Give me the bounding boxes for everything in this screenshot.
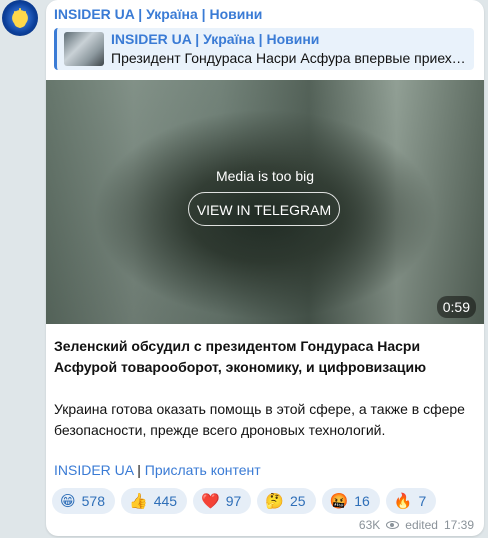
- reaction-thinking[interactable]: 🤔 25: [257, 488, 316, 514]
- reaction-count: 445: [153, 493, 178, 509]
- reaction-heart[interactable]: ❤️ 97: [193, 488, 252, 514]
- reply-text: Президент Гондураса Насри Асфура впервые…: [111, 50, 471, 66]
- trident-icon: [14, 8, 26, 29]
- message-meta: 63K edited 17:39: [359, 518, 474, 532]
- reaction-thumbs-up[interactable]: 👍 445: [121, 488, 188, 514]
- reaction-fire[interactable]: 🔥 7: [385, 488, 437, 514]
- heart-emoji-icon: ❤️: [201, 492, 220, 510]
- reaction-count: 25: [290, 493, 306, 509]
- reactions-bar: 😁 578 👍 445 ❤️ 97 🤔 25 🤬 16 🔥 7: [52, 488, 437, 516]
- reply-title: INSIDER UA | Україна | Новини: [111, 31, 320, 47]
- post-title: Зеленский обсудил с президентом Гондурас…: [54, 338, 427, 375]
- views-count: 63K: [358, 518, 381, 532]
- channel-link[interactable]: INSIDER UA: [54, 462, 133, 478]
- link-separator: |: [133, 462, 145, 478]
- video-duration: 0:59: [436, 296, 476, 318]
- reply-preview[interactable]: INSIDER UA | Україна | Новини Президент …: [54, 28, 474, 70]
- eye-icon: [386, 521, 400, 529]
- media-too-big-text: Media is too big: [215, 168, 315, 184]
- reaction-angry[interactable]: 🤬 16: [321, 488, 380, 514]
- angry-emoji-icon: 🤬: [329, 492, 349, 510]
- message-author[interactable]: INSIDER UA | Україна | Новини: [54, 6, 262, 22]
- reaction-count: 97: [225, 493, 242, 509]
- reply-thumbnail: [64, 32, 104, 66]
- post-links: INSIDER UA | Прислать контент: [54, 462, 261, 478]
- reaction-count: 7: [418, 493, 427, 509]
- reaction-count: 578: [81, 493, 105, 509]
- edited-label: edited: [405, 518, 438, 532]
- channel-avatar[interactable]: [2, 0, 38, 36]
- post-body: Украина готова оказать помощь в этой сфе…: [54, 401, 465, 438]
- fire-emoji-icon: 🔥: [393, 492, 413, 510]
- message-time: 17:39: [443, 518, 474, 532]
- video-preview[interactable]: Media is too big VIEW IN TELEGRAM 0:59: [46, 80, 484, 324]
- thumbs-up-emoji-icon: 👍: [129, 492, 148, 510]
- scrollbar[interactable]: [484, 0, 488, 538]
- submit-content-link[interactable]: Прислать контент: [145, 462, 261, 478]
- message-bubble: INSIDER UA | Україна | Новини INSIDER UA…: [46, 0, 484, 536]
- reaction-count: 16: [354, 493, 370, 509]
- thinking-emoji-icon: 🤔: [265, 492, 284, 510]
- view-in-telegram-button[interactable]: VIEW IN TELEGRAM: [188, 192, 340, 226]
- reaction-grin[interactable]: 😁 578: [52, 488, 115, 514]
- grin-emoji-icon: 😁: [60, 492, 76, 510]
